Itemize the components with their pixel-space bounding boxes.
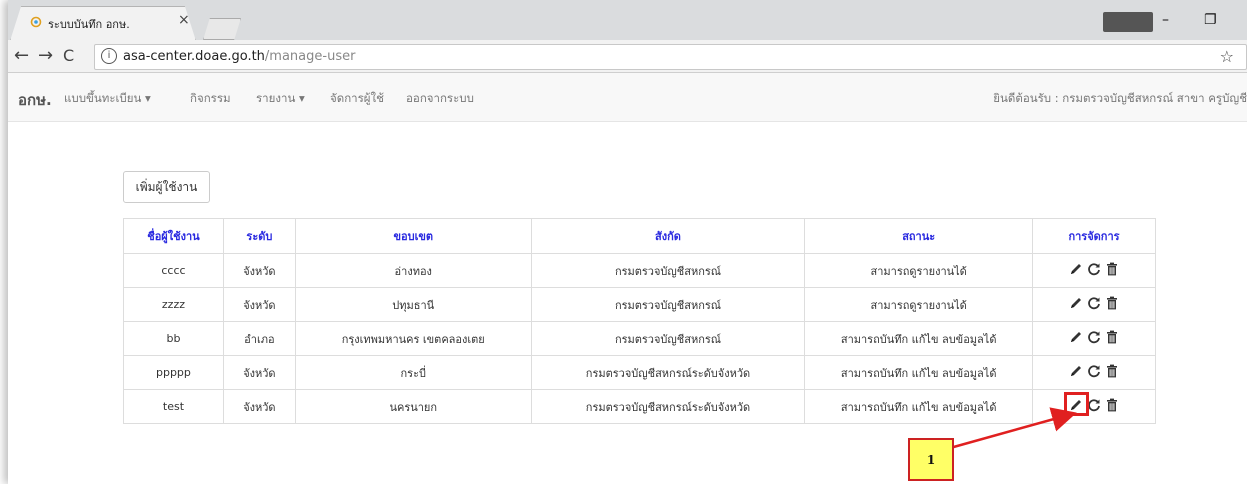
- annotation-arrow: [949, 407, 1077, 450]
- annotation-callout: 1: [908, 438, 954, 481]
